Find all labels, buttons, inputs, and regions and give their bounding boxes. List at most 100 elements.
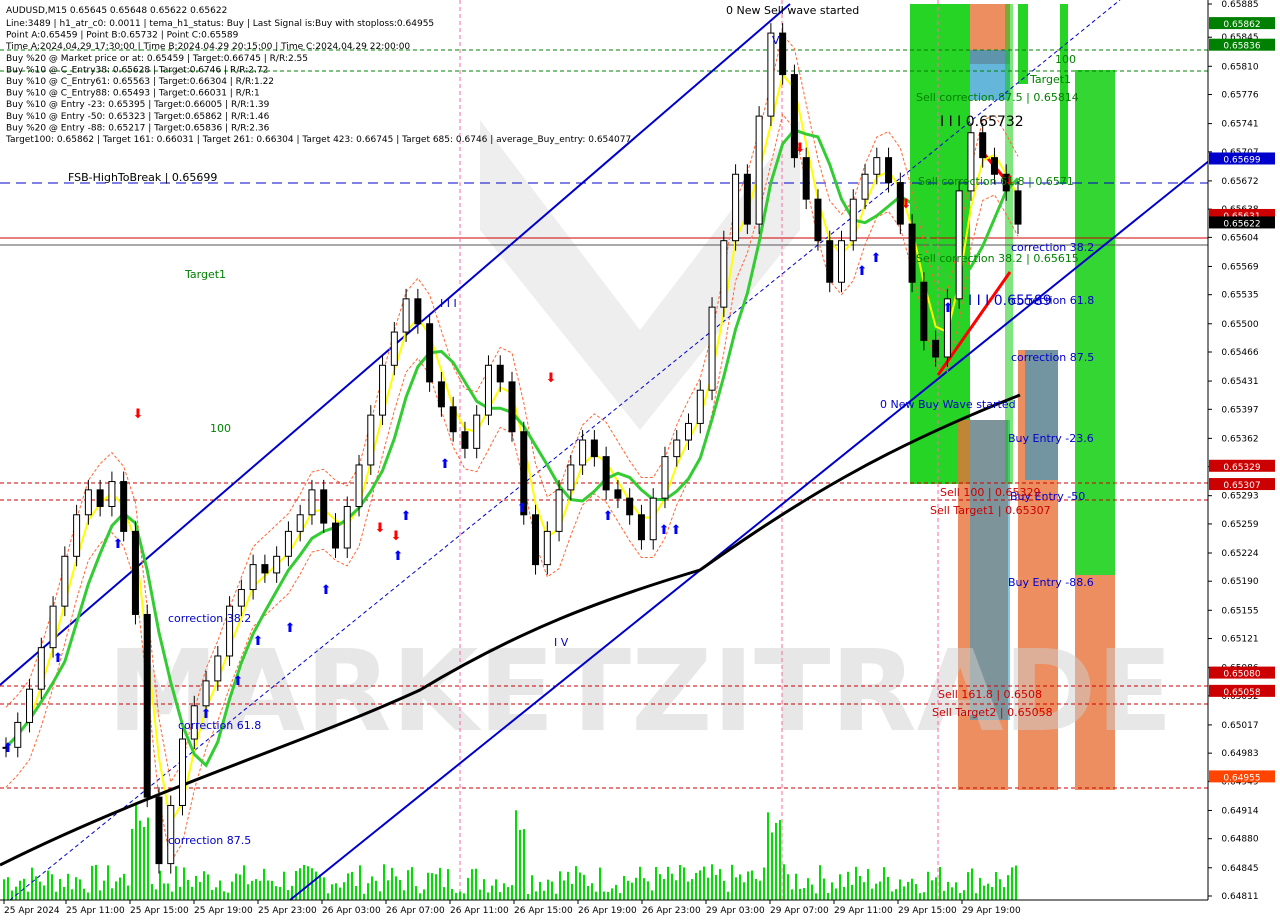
candle-body bbox=[579, 439, 587, 466]
candle-body bbox=[720, 240, 728, 308]
candle-body bbox=[261, 564, 269, 574]
candle-body bbox=[567, 464, 575, 491]
candle-body bbox=[437, 381, 445, 408]
candle-body bbox=[143, 613, 151, 798]
time-tick-label: 29 Apr 07:00 bbox=[770, 906, 829, 916]
header-line: Time A:2024.04.29 17:30:00 | Time B:2024… bbox=[5, 42, 410, 52]
buy-arrow-icon: ⬆ bbox=[113, 537, 124, 552]
buy-arrow-icon: ⬆ bbox=[285, 621, 296, 636]
sell-arrow-icon: ⬇ bbox=[795, 141, 806, 156]
candle-body bbox=[120, 481, 128, 532]
candle-body bbox=[732, 173, 740, 242]
sell-arrow-icon: ⬇ bbox=[375, 521, 386, 536]
annotation-label: Sell 161.8 | 0.6508 bbox=[938, 688, 1042, 701]
candle-body bbox=[990, 157, 998, 175]
buy-arrow-icon: ⬆ bbox=[401, 509, 412, 524]
sell-arrow-icon: ⬇ bbox=[546, 371, 557, 386]
price-tick-label: 0.64983 bbox=[1221, 749, 1258, 759]
price-tick-label: 0.65885 bbox=[1221, 0, 1258, 10]
annotation-label: correction 38.2 bbox=[168, 612, 251, 625]
candle-body bbox=[873, 157, 881, 175]
price-tick-label: 0.65810 bbox=[1221, 62, 1258, 72]
candle-body bbox=[743, 173, 751, 225]
candle-body bbox=[273, 555, 281, 574]
candle-body bbox=[626, 497, 634, 516]
candle-body bbox=[379, 364, 387, 416]
green-zone bbox=[1018, 4, 1028, 84]
price-tag-label: 0.65058 bbox=[1223, 688, 1260, 698]
buy-arrow-icon: ⬆ bbox=[253, 634, 264, 649]
candle-body bbox=[861, 173, 869, 200]
annotation-label: Sell correction 87.5 | 0.65814 bbox=[916, 91, 1079, 104]
candle-body bbox=[814, 198, 822, 242]
candle-body bbox=[414, 298, 422, 325]
annotation-label: Target1 bbox=[184, 268, 226, 281]
candle-body bbox=[955, 190, 963, 300]
candle-body bbox=[473, 414, 481, 449]
time-tick-label: 26 Apr 03:00 bbox=[322, 906, 381, 916]
annotation-label: I I I 0.65732 bbox=[940, 114, 1024, 130]
price-tag-label: 0.65622 bbox=[1223, 219, 1260, 229]
candle-body bbox=[932, 339, 940, 358]
candle-body bbox=[496, 364, 504, 383]
annotation-label: Buy Entry -88.6 bbox=[1008, 576, 1094, 589]
candle-body bbox=[532, 514, 540, 566]
price-tick-label: 0.65397 bbox=[1221, 405, 1258, 415]
price-tick-label: 0.65604 bbox=[1221, 233, 1258, 243]
buy-arrow-icon: ⬆ bbox=[3, 741, 14, 756]
time-tick-label: 25 Apr 19:00 bbox=[194, 906, 253, 916]
candle-body bbox=[543, 530, 551, 566]
candle-body bbox=[108, 481, 116, 507]
candle-body bbox=[779, 32, 787, 76]
candle-body bbox=[214, 655, 222, 682]
annotation-label: correction 87.5 bbox=[168, 834, 251, 847]
time-tick-label: 25 Apr 11:00 bbox=[66, 906, 125, 916]
price-tick-label: 0.64845 bbox=[1221, 864, 1258, 874]
buy-arrow-icon: ⬆ bbox=[671, 523, 682, 538]
candle-body bbox=[26, 688, 34, 723]
candle-body bbox=[602, 456, 610, 491]
candle-body bbox=[284, 530, 292, 557]
header-line: Buy %10 @ Entry -23: 0.65395 | Target:0.… bbox=[6, 100, 270, 110]
buy-arrow-icon: ⬆ bbox=[871, 251, 882, 266]
price-tag-label: 0.65329 bbox=[1223, 463, 1260, 473]
buy-arrow-icon: ⬆ bbox=[659, 523, 670, 538]
candle-body bbox=[685, 422, 693, 441]
symbol-line: AUDUSD,M15 0.65645 0.65648 0.65622 0.656… bbox=[6, 6, 227, 16]
time-tick-label: 29 Apr 19:00 bbox=[962, 906, 1021, 916]
time-tick-label: 26 Apr 11:00 bbox=[450, 906, 509, 916]
annotation-label: correction 87.5 bbox=[1011, 351, 1094, 364]
annotation-label: correction 61.8 bbox=[178, 719, 261, 732]
annotation-label: Target1 bbox=[1029, 73, 1071, 86]
buy-arrow-icon: ⬆ bbox=[517, 501, 528, 516]
annotation-label: Sell 100 | 0.65329 bbox=[940, 486, 1041, 499]
candle-body bbox=[61, 555, 69, 607]
candle-body bbox=[367, 414, 375, 466]
price-tag-label: 0.64955 bbox=[1223, 773, 1260, 783]
candle-body bbox=[661, 456, 669, 499]
header-line: Target100: 0.65862 | Target 161: 0.66031… bbox=[5, 135, 631, 145]
annotation-label: V bbox=[772, 34, 780, 47]
header-line: Line:3489 | h1_atr_c0: 0.0011 | tema_h1_… bbox=[6, 19, 434, 29]
candle-body bbox=[461, 431, 469, 449]
price-tick-label: 0.65121 bbox=[1221, 635, 1258, 645]
candle-body bbox=[84, 489, 92, 516]
header-line: Buy %10 @ C_Entry61: 0.65563 | Target:0.… bbox=[6, 77, 274, 87]
annotation-label: I I I bbox=[440, 297, 457, 310]
annotation-label: 0 New Buy Wave started bbox=[880, 398, 1016, 411]
candle-body bbox=[320, 489, 328, 524]
candle-body bbox=[390, 331, 398, 366]
candle-body bbox=[343, 505, 351, 549]
price-tick-label: 0.65672 bbox=[1221, 177, 1258, 187]
candle-body bbox=[508, 381, 516, 433]
candle-body bbox=[979, 132, 987, 159]
candle-body bbox=[37, 647, 45, 690]
time-tick-label: 26 Apr 15:00 bbox=[514, 906, 573, 916]
buy-arrow-icon: ⬆ bbox=[943, 301, 954, 316]
price-tick-label: 0.65190 bbox=[1221, 577, 1258, 587]
buy-arrow-icon: ⬆ bbox=[440, 457, 451, 472]
price-tick-label: 0.65155 bbox=[1221, 606, 1258, 616]
price-tag-label: 0.65307 bbox=[1223, 481, 1260, 491]
annotation-label: 100 bbox=[210, 422, 231, 435]
price-tick-label: 0.65500 bbox=[1221, 320, 1258, 330]
